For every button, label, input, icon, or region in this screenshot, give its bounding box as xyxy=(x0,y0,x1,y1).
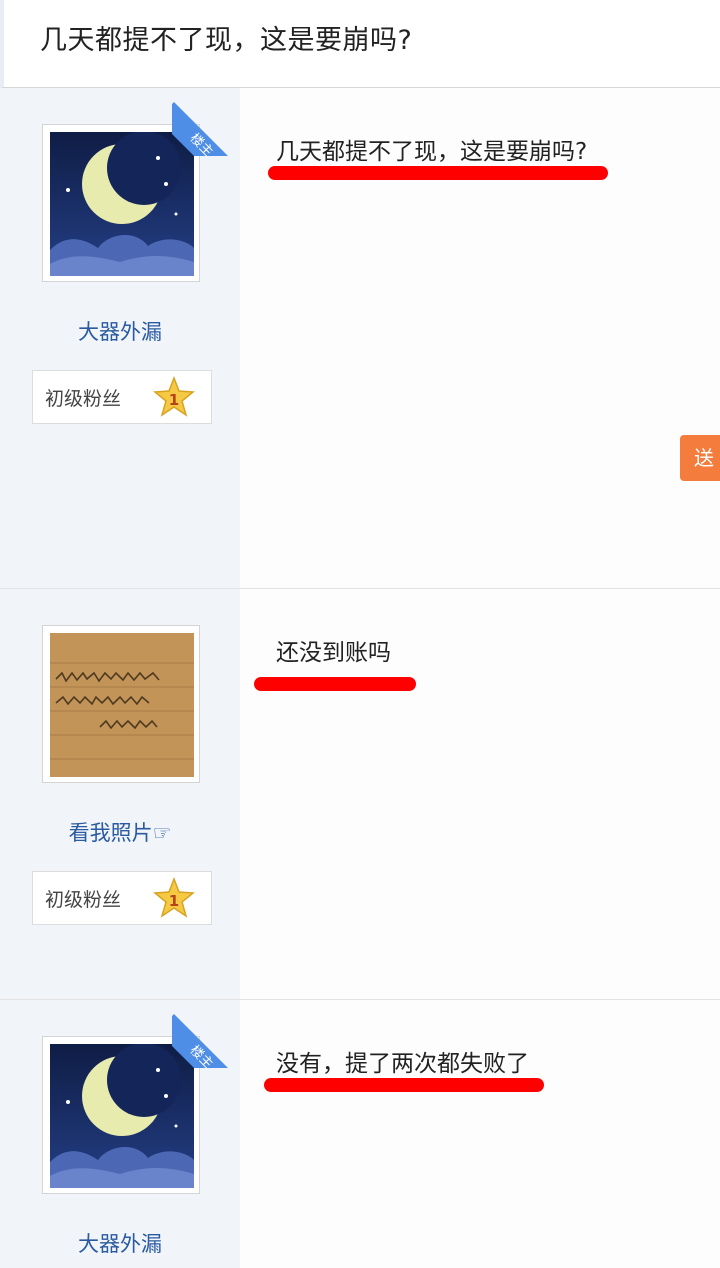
star-level-icon: 1 xyxy=(153,877,195,918)
red-underline-mark xyxy=(264,1078,544,1092)
username[interactable]: 大器外漏 xyxy=(0,1228,240,1258)
gift-button[interactable]: 送 xyxy=(680,435,720,481)
username[interactable]: 看我照片☞ xyxy=(0,817,240,847)
badge-label: 初级粉丝 xyxy=(45,889,122,911)
op-ribbon: 楼主 xyxy=(172,1000,240,1068)
svg-text:1: 1 xyxy=(169,391,179,409)
username[interactable]: 大器外漏 xyxy=(0,316,240,346)
handwriting-photo-avatar-image xyxy=(50,633,194,777)
post-3: 大器外漏 楼主 没有，提了两次都失败了 xyxy=(0,1000,720,1268)
post-content: 还没到账吗 xyxy=(276,640,391,666)
post-2: 看我照片☞ 初级粉丝 1 还没到账吗 xyxy=(0,589,720,1000)
post-content: 几天都提不了现，这是要崩吗? xyxy=(276,139,588,165)
op-ribbon-label: 楼主 xyxy=(172,102,240,156)
fan-level-badge: 初级粉丝 1 xyxy=(32,370,212,424)
author-panel: 大器外漏 初级粉丝 1 xyxy=(0,88,240,588)
red-underline-mark xyxy=(254,677,416,691)
author-panel: 看我照片☞ 初级粉丝 1 xyxy=(0,589,240,999)
svg-text:1: 1 xyxy=(169,892,179,910)
red-underline-mark xyxy=(268,166,608,180)
fan-level-badge: 初级粉丝 1 xyxy=(32,871,212,925)
thread-header: 几天都提不了现，这是要崩吗? xyxy=(0,0,720,88)
avatar[interactable] xyxy=(42,625,200,783)
op-ribbon-label: 楼主 xyxy=(172,1014,240,1068)
op-ribbon: 楼主 xyxy=(172,88,240,156)
star-level-icon: 1 xyxy=(153,376,195,417)
thread-title: 几天都提不了现，这是要崩吗? xyxy=(40,25,413,56)
post-content: 没有，提了两次都失败了 xyxy=(276,1051,529,1077)
badge-label: 初级粉丝 xyxy=(45,388,122,410)
post-1: 大器外漏 初级粉丝 1 楼主 几天都提不了现，这是要崩吗? 送 xyxy=(0,88,720,589)
